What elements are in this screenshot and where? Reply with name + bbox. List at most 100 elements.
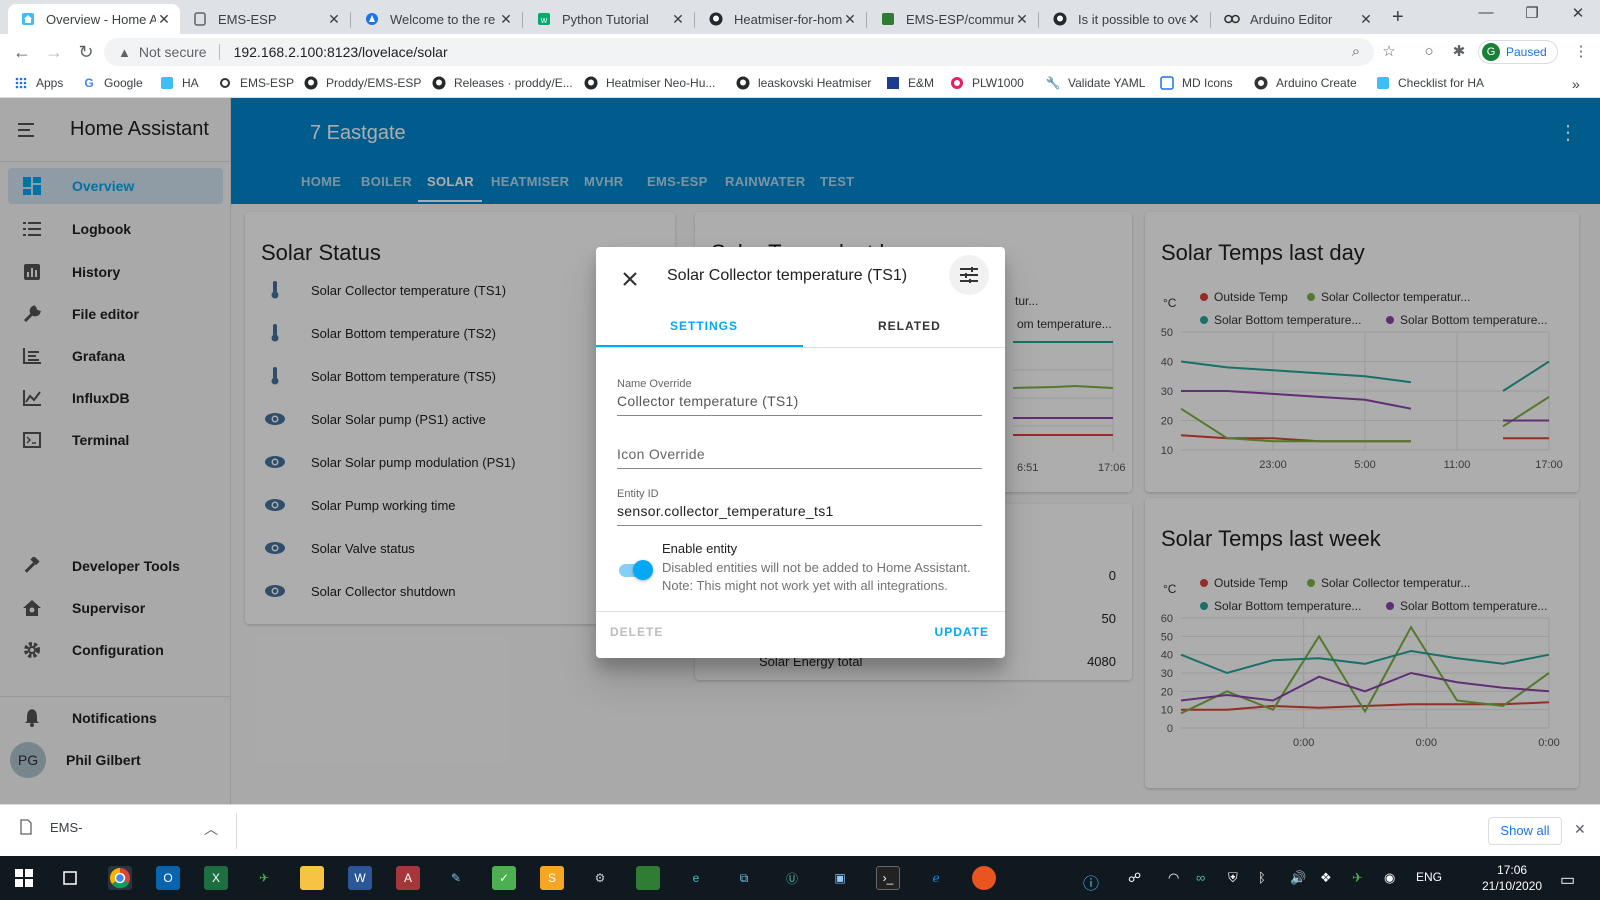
bookmark-apps[interactable]: Apps <box>14 76 63 90</box>
volume-icon[interactable]: 🔊 <box>1290 870 1306 886</box>
enable-entity-toggle[interactable] <box>617 559 653 581</box>
tab-related[interactable]: RELATED <box>878 319 941 333</box>
windows-start-icon[interactable] <box>12 866 36 890</box>
bookmark-e-m[interactable]: E&M <box>886 76 934 90</box>
name-override-field[interactable]: Name Override Collector temperature (TS1… <box>617 378 982 416</box>
shield-icon[interactable]: ⛨ <box>1228 870 1238 886</box>
bookmark-checklist[interactable]: Checklist for HA <box>1376 76 1484 90</box>
back-button[interactable]: ← <box>10 40 34 64</box>
minimize-icon[interactable]: — <box>1466 4 1506 21</box>
url-text[interactable]: 192.168.2.100:8123/lovelace/solar <box>234 44 448 60</box>
field-value[interactable]: sensor.collector_temperature_ts1 <box>617 503 982 525</box>
chrome-tray-icon[interactable]: ◉ <box>1384 870 1395 886</box>
chevron-up-icon[interactable]: ︿ <box>204 819 218 839</box>
browser-tab-ems-esp[interactable]: EMS-ESP ✕ <box>180 4 350 34</box>
system-clock[interactable]: 17:06 21/10/2020 <box>1482 862 1542 894</box>
chrome-menu-icon[interactable]: ⋮ <box>1572 43 1590 61</box>
extensions-puzzle-icon[interactable]: ✱ <box>1450 43 1468 61</box>
advanced-settings-button[interactable] <box>949 255 989 295</box>
close-tab-icon[interactable]: ✕ <box>1014 11 1030 28</box>
new-tab-button[interactable]: + <box>1392 6 1404 29</box>
field-value[interactable]: Collector temperature (TS1) <box>617 393 982 415</box>
close-tab-icon[interactable]: ✕ <box>326 11 342 28</box>
reload-button[interactable]: ↻ <box>74 40 98 64</box>
forward-button[interactable]: → <box>42 40 66 64</box>
close-tab-icon[interactable]: ✕ <box>670 11 686 28</box>
bookmark-ha[interactable]: HA <box>160 76 199 90</box>
tab-separator <box>1210 12 1211 28</box>
notepad-plus-icon[interactable]: ✓ <box>492 866 516 890</box>
word-icon[interactable]: W <box>348 866 372 890</box>
browser-tab-welcome[interactable]: Welcome to the re ✕ <box>352 4 522 34</box>
action-center-icon[interactable]: ▭ <box>1560 870 1575 890</box>
bookmark-google[interactable]: G Google <box>82 76 142 90</box>
browser-tab-is-it-possible[interactable]: Is it possible to ove ✕ <box>1040 4 1210 34</box>
settings-gear-icon[interactable]: ⚙ <box>588 866 612 890</box>
show-all-button[interactable]: Show all <box>1488 817 1562 845</box>
icon-override-field[interactable]: Icon Override <box>617 446 982 469</box>
restore-icon[interactable]: ❐ <box>1512 4 1552 22</box>
warning-icon[interactable]: ▲ <box>118 45 131 60</box>
field-placeholder[interactable]: Icon Override <box>617 446 982 468</box>
close-tab-icon[interactable]: ✕ <box>498 11 514 28</box>
ubuntu-icon[interactable] <box>972 866 996 890</box>
more-bookmarks-icon[interactable]: » <box>1572 76 1580 92</box>
sublime-icon[interactable]: S <box>540 866 564 890</box>
close-download-bar-icon[interactable]: ✕ <box>1574 821 1586 838</box>
bluetooth-icon[interactable]: ᛒ <box>1258 870 1266 885</box>
delete-button[interactable]: DELETE <box>610 625 663 639</box>
download-item[interactable]: EMS- <box>20 819 83 835</box>
people-icon[interactable]: ☍ <box>1128 870 1141 886</box>
update-button[interactable]: UPDATE <box>935 625 989 639</box>
profile-button[interactable]: G Paused <box>1478 40 1558 64</box>
extension-circle-icon[interactable]: ○ <box>1420 43 1438 61</box>
bookmark-releases[interactable]: Releases · proddy/E... <box>432 76 573 90</box>
remote-desktop-icon[interactable]: ▣ <box>828 866 852 890</box>
paint-icon[interactable]: ✎ <box>444 866 468 890</box>
close-tab-icon[interactable]: ✕ <box>1186 11 1202 28</box>
network-app-icon[interactable]: ⧉ <box>732 866 756 890</box>
zoom-icon[interactable]: ⌕ <box>1347 43 1365 61</box>
outlook-icon[interactable]: O <box>156 866 180 890</box>
browser-tab-ems-community[interactable]: EMS-ESP/communi ✕ <box>868 4 1038 34</box>
address-bar[interactable]: ▲ Not secure 192.168.2.100:8123/lovelace… <box>104 38 1374 66</box>
task-view-icon[interactable] <box>58 866 82 890</box>
security-status[interactable]: Not secure <box>139 44 207 60</box>
chart-app-icon[interactable] <box>636 866 660 890</box>
dropbox-icon[interactable]: ❖ <box>1320 870 1332 886</box>
close-tab-icon[interactable]: ✕ <box>156 11 172 28</box>
bird-app-icon[interactable]: ✈ <box>252 866 276 890</box>
edge-icon[interactable]: e <box>684 866 708 890</box>
language-indicator[interactable]: ENG <box>1416 870 1442 884</box>
excel-icon[interactable]: X <box>204 866 228 890</box>
bookmark-proddy[interactable]: Proddy/EMS-ESP <box>304 76 421 90</box>
bookmark-star-icon[interactable]: ☆ <box>1380 43 1398 61</box>
close-tab-icon[interactable]: ✕ <box>842 11 858 28</box>
bookmark-ems-esp[interactable]: EMS-ESP <box>218 76 294 90</box>
help-icon[interactable]: ⓘ <box>1083 870 1099 894</box>
close-tab-icon[interactable]: ✕ <box>1358 11 1374 28</box>
browser-tab-arduino[interactable]: Arduino Editor ✕ <box>1212 4 1382 34</box>
bookmark-plw1000[interactable]: PLW1000 <box>950 76 1024 90</box>
entity-id-field[interactable]: Entity ID sensor.collector_temperature_t… <box>617 488 982 526</box>
browser-tab-heatmiser[interactable]: Heatmiser-for-hom ✕ <box>696 4 866 34</box>
bookmark-leaskovski[interactable]: leaskovski Heatmiser <box>736 76 871 90</box>
browser-tab-python[interactable]: w Python Tutorial ✕ <box>524 4 694 34</box>
tab-settings[interactable]: SETTINGS <box>670 319 738 333</box>
file-explorer-icon[interactable] <box>300 866 324 890</box>
bookmark-validate-yaml[interactable]: 🔧 Validate YAML <box>1046 76 1146 90</box>
u-app-icon[interactable]: Ⓤ <box>780 866 804 890</box>
chrome-taskbar-icon[interactable] <box>108 866 132 890</box>
arduino-tray-icon[interactable]: ∞ <box>1196 870 1205 885</box>
bookmark-heatmiser-neo[interactable]: Heatmiser Neo-Hu... <box>584 76 715 90</box>
bird-tray-icon[interactable]: ✈ <box>1352 870 1363 886</box>
window-close-icon[interactable]: ✕ <box>1558 4 1598 22</box>
close-icon[interactable] <box>618 267 642 291</box>
wifi-icon[interactable]: ◠ <box>1168 870 1179 886</box>
bookmark-md-icons[interactable]: MD Icons <box>1160 76 1233 90</box>
terminal-taskbar-icon[interactable]: ›_ <box>876 866 900 890</box>
internet-explorer-icon[interactable]: ℯ <box>924 866 948 890</box>
access-icon[interactable]: A <box>396 866 420 890</box>
bookmark-arduino-create[interactable]: Arduino Create <box>1254 76 1357 90</box>
browser-tab-overview[interactable]: Overview - Home A ✕ <box>8 4 180 34</box>
